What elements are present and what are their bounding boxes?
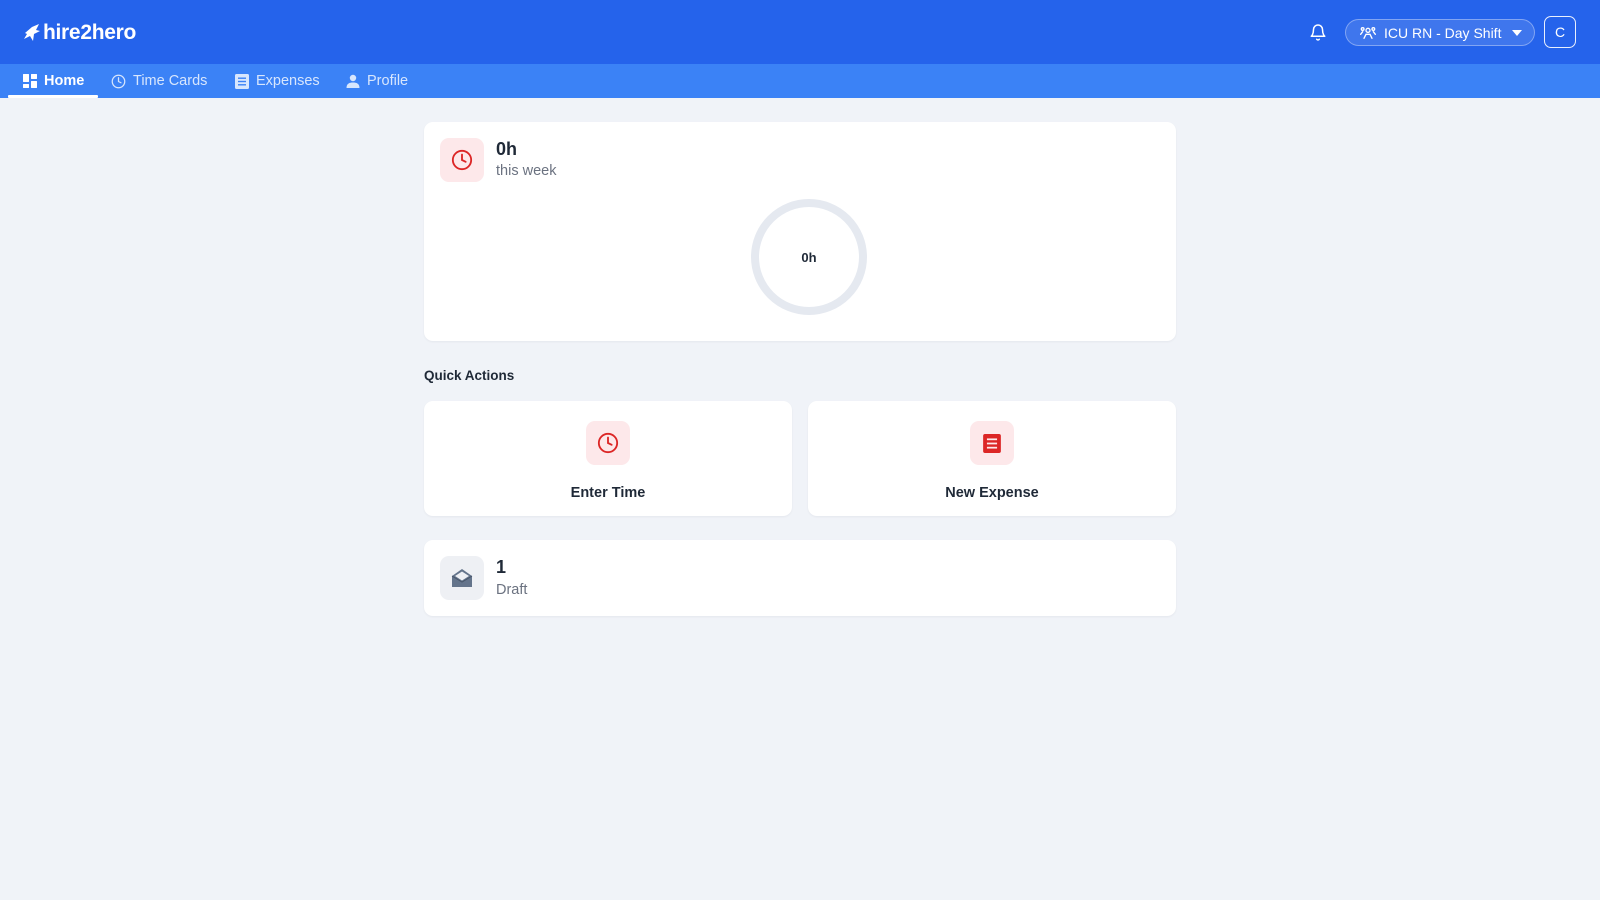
tab-time-cards-label: Time Cards — [133, 73, 208, 89]
quick-actions-title: Quick Actions — [424, 368, 515, 383]
tab-home-label: Home — [44, 73, 85, 89]
drafts-count: 1 — [496, 557, 507, 577]
drafts-card[interactable]: 1 Draft — [424, 540, 1176, 616]
new-expense-button[interactable]: New Expense — [808, 401, 1176, 516]
user-avatar[interactable]: C — [1544, 16, 1576, 48]
active-tab-indicator — [8, 95, 98, 98]
enter-time-label: Enter Time — [570, 485, 646, 501]
new-expense-icon-box — [970, 421, 1014, 465]
receipt-icon — [235, 73, 249, 89]
hours-this-week-card: 0h this week 0h — [424, 122, 1176, 341]
bird-logo-icon — [24, 24, 40, 41]
tab-expenses-label: Expenses — [256, 73, 320, 89]
assignment-selector[interactable]: ICU RN - Day Shift — [1345, 19, 1535, 46]
nav-bar: Home Time Cards Expenses Profile — [0, 64, 1600, 98]
hours-progress-ring: 0h — [749, 197, 869, 317]
tab-home[interactable]: Home — [23, 64, 84, 98]
new-expense-label: New Expense — [945, 485, 1039, 501]
tab-profile[interactable]: Profile — [346, 64, 408, 98]
bell-icon — [1310, 23, 1326, 41]
hours-icon-box — [440, 138, 484, 182]
chevron-down-icon — [1512, 30, 1522, 36]
notifications-button[interactable] — [1307, 21, 1329, 43]
clock-icon — [111, 74, 126, 88]
hours-caption: this week — [496, 163, 557, 179]
assignment-label: ICU RN - Day Shift — [1384, 24, 1502, 41]
app-logo[interactable]: hire2hero — [23, 20, 136, 46]
ring-value: 0h — [801, 249, 817, 265]
clock-icon — [451, 149, 473, 171]
top-bar: hire2hero ICU RN - Day Shift C — [0, 0, 1600, 64]
team-icon — [1360, 26, 1376, 39]
dashboard-icon — [23, 74, 37, 88]
tab-expenses[interactable]: Expenses — [235, 64, 320, 98]
enter-time-button[interactable]: Enter Time — [424, 401, 792, 516]
enter-time-icon-box — [586, 421, 630, 465]
drafts-caption: Draft — [496, 582, 528, 598]
drafts-icon-box — [440, 556, 484, 600]
logo-text: hire2hero — [43, 21, 136, 44]
person-icon — [346, 74, 360, 88]
clock-icon — [597, 432, 619, 454]
tab-time-cards[interactable]: Time Cards — [111, 64, 207, 98]
tab-profile-label: Profile — [367, 73, 409, 89]
hours-value: 0h — [496, 139, 518, 159]
receipt-icon — [983, 433, 1001, 453]
envelope-open-icon — [451, 569, 473, 587]
